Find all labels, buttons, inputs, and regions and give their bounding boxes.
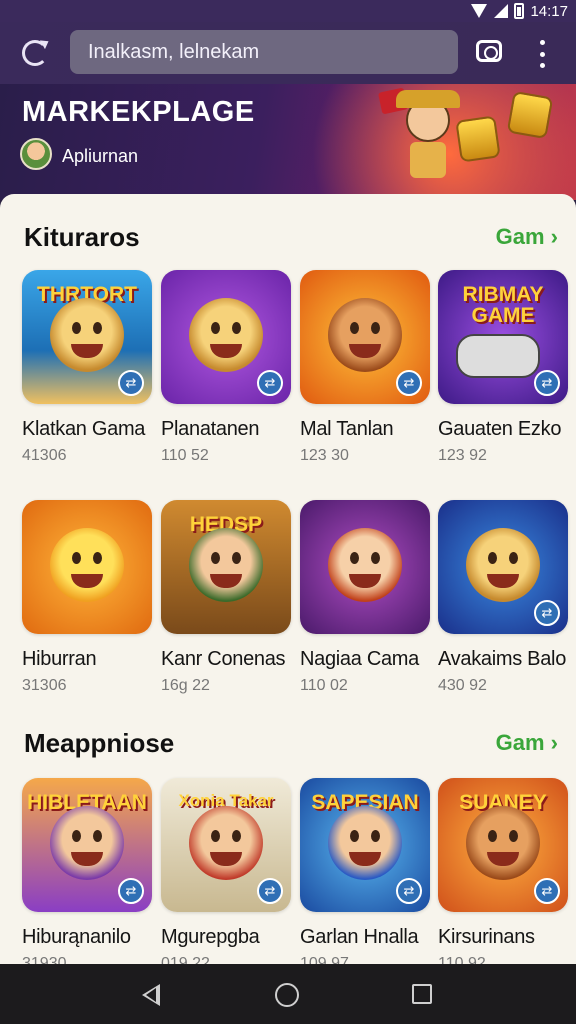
list-item[interactable]: HEDSP Kanr Conenas 16g 22	[161, 500, 291, 695]
app-name: Kanr Conenas	[161, 648, 286, 670]
character-image	[328, 298, 402, 372]
app-thumbnail[interactable]: ⇄	[161, 270, 291, 404]
app-thumbnail[interactable]: THRTORT ⇄	[22, 270, 152, 404]
install-badge-icon[interactable]: ⇄	[396, 878, 422, 904]
avatar[interactable]	[20, 138, 52, 170]
camera-icon[interactable]	[476, 40, 502, 62]
list-item[interactable]: ⇄ Planatanen 110 52	[161, 270, 291, 465]
character-image	[328, 806, 402, 880]
list-item[interactable]: SUANEY ⇄ Kirsurinans 110 92	[438, 778, 568, 964]
list-item[interactable]: Hiburran 31306	[22, 500, 152, 695]
list-item[interactable]: Xonia Takar ⇄ Mgurepgba 019 22	[161, 778, 291, 964]
app-thumbnail[interactable]: SUANEY ⇄	[438, 778, 568, 912]
more-options-icon[interactable]	[538, 40, 546, 68]
browser-toolbar	[0, 22, 576, 84]
system-nav-bar	[0, 964, 576, 1024]
character-image	[466, 806, 540, 880]
recent-apps-icon[interactable]	[412, 984, 432, 1004]
app-name: Klatkan Gama	[22, 418, 146, 440]
search-input[interactable]	[70, 30, 458, 74]
reload-icon[interactable]	[22, 40, 48, 66]
home-icon[interactable]	[275, 983, 299, 1007]
status-icons: 14:17	[470, 0, 568, 22]
list-item[interactable]: Nagiaa Cama 110 02	[300, 500, 430, 695]
header-banner: MARKEKPLAGE Apliurnan	[0, 84, 576, 200]
list-item[interactable]: RIBMAY GAME ⇄ Gauaten Ezko 123 92	[438, 270, 568, 465]
banner-illustration	[377, 87, 570, 188]
section-see-more-link[interactable]: Gam	[496, 730, 558, 756]
app-meta: 31306	[22, 677, 67, 694]
app-name: Avakaims Balo	[438, 648, 567, 670]
install-badge-icon[interactable]: ⇄	[396, 370, 422, 396]
app-meta: 109 97	[300, 955, 349, 964]
install-badge-icon[interactable]: ⇄	[534, 370, 560, 396]
battery-icon	[514, 3, 525, 19]
list-item[interactable]: HIBLETAAN ⇄ Hiburąnanilo 31930	[22, 778, 152, 964]
app-thumbnail[interactable]: Xonia Takar ⇄	[161, 778, 291, 912]
character-image	[466, 528, 540, 602]
app-thumbnail[interactable]: HIBLETAAN ⇄	[22, 778, 152, 912]
app-thumbnail[interactable]: ⇄	[300, 270, 430, 404]
back-icon[interactable]	[142, 984, 160, 1006]
install-badge-icon[interactable]: ⇄	[257, 878, 283, 904]
app-thumbnail[interactable]	[22, 500, 152, 634]
character-image	[328, 528, 402, 602]
main-content: Kituraros Gam THRTORT ⇄ Klatkan Gama 413…	[0, 194, 576, 964]
app-thumbnail[interactable]: SAPESIAN ⇄	[300, 778, 430, 912]
list-item[interactable]: THRTORT ⇄ Klatkan Gama 41306	[22, 270, 152, 465]
app-meta: 110 92	[438, 955, 486, 964]
thumbnail-text: RIBMAY GAME	[462, 283, 544, 327]
install-badge-icon[interactable]: ⇄	[534, 600, 560, 626]
gamepad-icon	[456, 334, 540, 378]
app-thumbnail[interactable]: RIBMAY GAME ⇄	[438, 270, 568, 404]
app-name: Hiburąnanilo	[22, 926, 131, 948]
section-title: Kituraros	[24, 222, 140, 252]
app-meta: 41306	[22, 447, 67, 464]
wifi-icon	[470, 4, 488, 18]
character-image	[50, 298, 124, 372]
app-name: Planatanen	[161, 418, 260, 440]
app-thumbnail[interactable]	[300, 500, 430, 634]
character-image	[189, 806, 263, 880]
install-badge-icon[interactable]: ⇄	[534, 878, 560, 904]
app-name: Hiburran	[22, 648, 97, 670]
section-see-more-link[interactable]: Gam	[496, 224, 558, 250]
app-name: Kirsurinans	[438, 926, 535, 948]
app-name: Nagiaa Cama	[300, 648, 419, 670]
app-meta: 019 22	[161, 955, 210, 964]
signal-icon	[494, 4, 509, 18]
app-name: Gauaten Ezko	[438, 418, 562, 440]
app-meta: 110 02	[300, 677, 348, 694]
app-name: Garlan Hnalla	[300, 926, 419, 948]
character-image	[189, 298, 263, 372]
user-name: Apliurnan	[62, 146, 139, 166]
app-meta: 31930	[22, 955, 67, 964]
install-badge-icon[interactable]: ⇄	[118, 878, 144, 904]
list-item[interactable]: ⇄ Avakaims Balo 430 92	[438, 500, 568, 695]
app-thumbnail[interactable]: ⇄	[438, 500, 568, 634]
status-bar: 14:17	[0, 0, 576, 22]
character-image	[50, 806, 124, 880]
character-image	[50, 528, 124, 602]
app-name: Mal Tanlan	[300, 418, 394, 440]
app-meta: 123 92	[438, 447, 487, 464]
page-title: MARKEKPLAGE	[22, 96, 255, 128]
install-badge-icon[interactable]: ⇄	[257, 370, 283, 396]
character-image	[189, 528, 263, 602]
app-meta: 16g 22	[161, 677, 210, 694]
list-item[interactable]: SAPESIAN ⇄ Garlan Hnalla 109 97	[300, 778, 430, 964]
app-meta: 123 30	[300, 447, 349, 464]
app-meta: 110 52	[161, 447, 209, 464]
section-title: Meappniose	[24, 728, 175, 758]
app-name: Mgurepgba	[161, 926, 260, 948]
app-thumbnail[interactable]: HEDSP	[161, 500, 291, 634]
install-badge-icon[interactable]: ⇄	[118, 370, 144, 396]
status-time: 14:17	[530, 2, 568, 20]
list-item[interactable]: ⇄ Mal Tanlan 123 30	[300, 270, 430, 465]
app-meta: 430 92	[438, 677, 487, 694]
